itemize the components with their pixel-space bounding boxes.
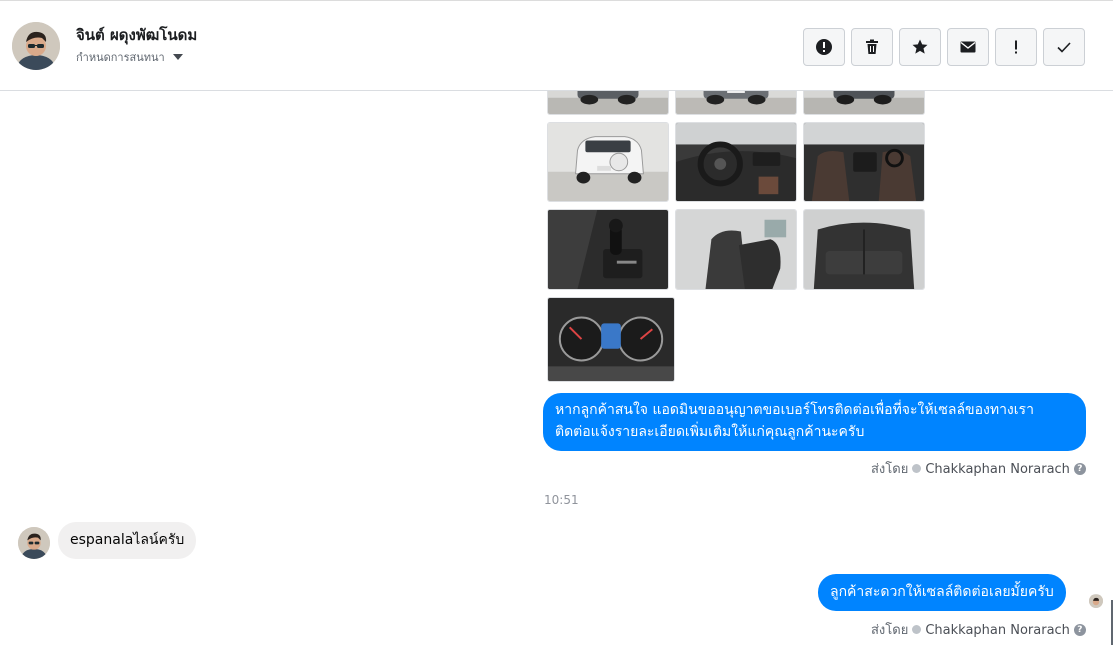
star-button[interactable]	[899, 28, 941, 66]
sender-name: Chakkaphan Norarach	[925, 462, 1070, 477]
photo-thumbnail[interactable]	[547, 209, 669, 290]
delete-button[interactable]	[851, 28, 893, 66]
check-icon	[1057, 42, 1071, 53]
photo-thumbnail[interactable]	[675, 122, 797, 202]
verified-badge-icon	[912, 625, 922, 634]
incoming-message: espanalaไลน์ครับ	[58, 522, 197, 559]
conversation-header: จินต์ ผดุงพัฒโนดม กำหนดการสนทนา	[0, 0, 1113, 91]
sent-by-label: ส่งโดย	[871, 623, 909, 638]
photo-thumbnail[interactable]	[547, 122, 669, 202]
message-text-line: ติดต่อแจ้งรายละเอียดเพิ่มเติมให้แก่คุณลู…	[555, 424, 865, 440]
envelope-icon	[960, 41, 976, 53]
message-timestamp: 10:51	[544, 493, 579, 507]
photo-thumbnail[interactable]	[675, 209, 797, 290]
conversation-schedule-dropdown[interactable]: กำหนดการสนทนา	[76, 48, 183, 66]
photo-thumbnail[interactable]	[803, 122, 925, 202]
exclamation-icon	[1015, 40, 1017, 54]
spam-button[interactable]	[995, 28, 1037, 66]
contact-avatar-small[interactable]	[18, 527, 50, 559]
photo-thumbnail[interactable]	[547, 297, 675, 382]
star-icon	[912, 39, 928, 54]
caret-down-icon	[172, 54, 183, 60]
sender-name: Chakkaphan Norarach	[925, 623, 1070, 638]
contact-avatar[interactable]	[12, 22, 60, 70]
contact-name: จินต์ ผดุงพัฒโนดม	[76, 26, 198, 44]
verified-badge-icon	[912, 464, 922, 473]
sent-by-label: ส่งโดย	[871, 462, 909, 477]
report-button[interactable]	[803, 28, 845, 66]
mark-unread-button[interactable]	[947, 28, 989, 66]
trash-icon	[866, 39, 878, 54]
report-icon	[816, 39, 832, 55]
help-icon[interactable]: ?	[1073, 623, 1086, 636]
outgoing-message: ลูกค้าสะดวกให้เซลล์ติดต่อเลยมั้ยครับ	[818, 574, 1066, 611]
message-text-line: หากลูกค้าสนใจ แอดมินขออนุญาตขอเบอร์โทรติ…	[555, 402, 1034, 418]
seen-avatar	[1089, 594, 1103, 608]
mark-done-button[interactable]	[1043, 28, 1085, 66]
outgoing-message: หากลูกค้าสนใจ แอดมินขออนุญาตขอเบอร์โทรติ…	[543, 393, 1086, 451]
header-actions	[803, 28, 1085, 66]
sent-by-info: ส่งโดย Chakkaphan Norarach?	[871, 619, 1086, 640]
conversation-schedule-label: กำหนดการสนทนา	[76, 51, 165, 64]
sent-by-info: ส่งโดย Chakkaphan Norarach?	[871, 458, 1086, 479]
help-icon[interactable]: ?	[1073, 462, 1086, 475]
photo-thumbnail[interactable]	[803, 209, 925, 290]
